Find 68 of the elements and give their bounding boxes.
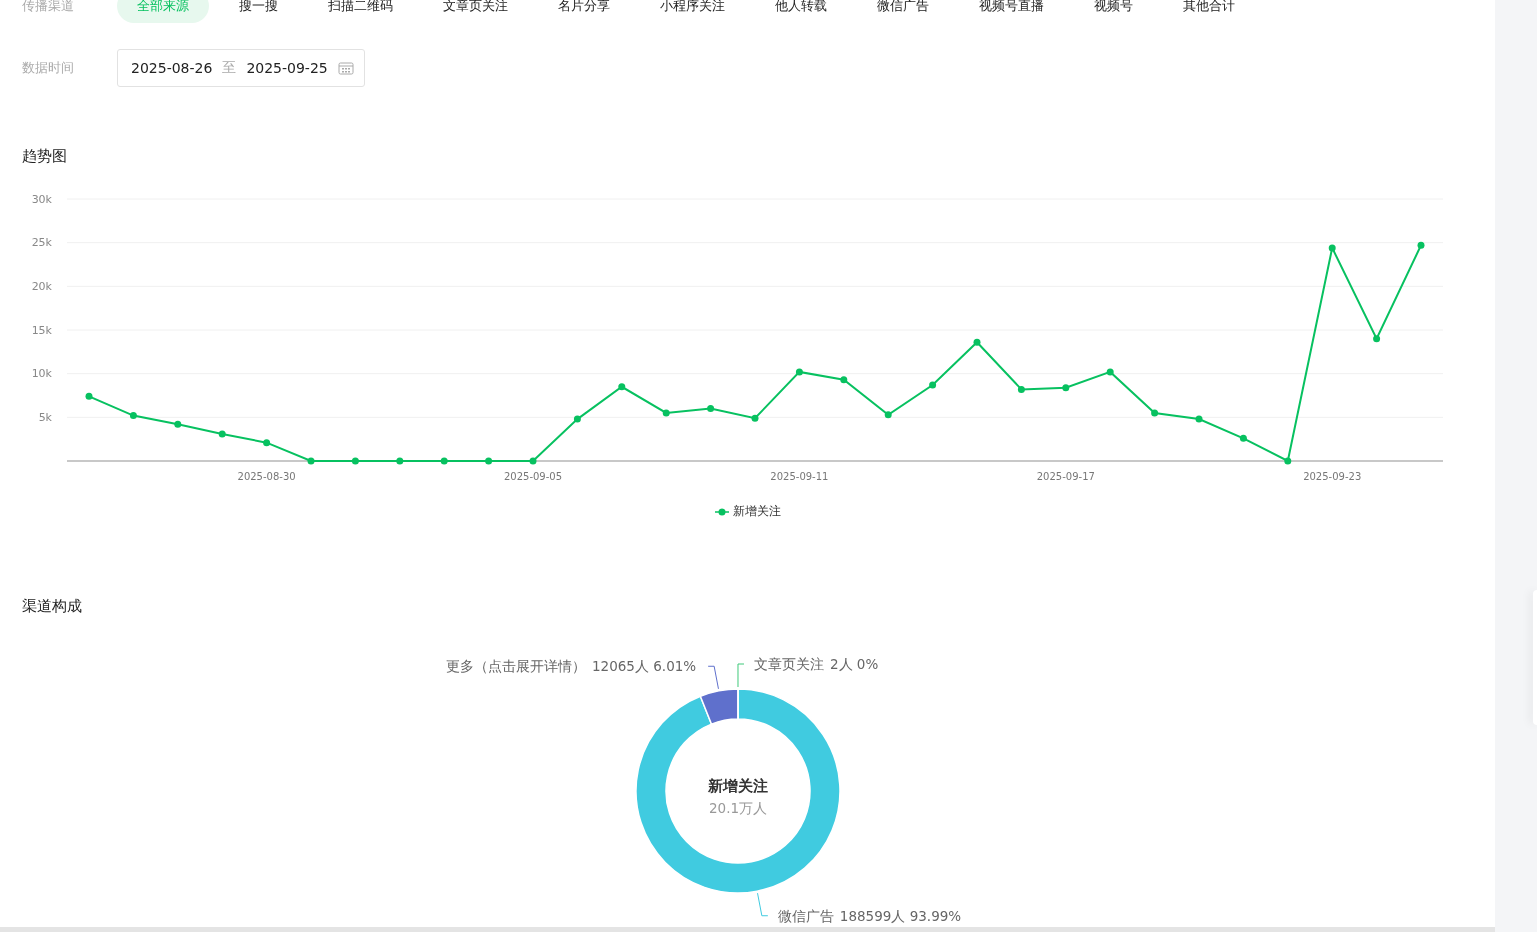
- data-point: [1106, 368, 1114, 376]
- filter-label: 数据时间: [22, 59, 75, 77]
- data-point: [1017, 385, 1025, 393]
- x-axis-label: 2025-08-30: [237, 471, 296, 482]
- data-point: [307, 457, 315, 465]
- channel-tab[interactable]: 视频号直播: [959, 0, 1064, 23]
- donut-center-title: 新增关注: [708, 777, 768, 795]
- data-point: [1239, 434, 1247, 442]
- data-point: [751, 414, 759, 422]
- slice-name: 微信广告: [777, 907, 834, 924]
- start-date: 2025-08-26: [131, 60, 213, 76]
- end-date: 2025-09-25: [246, 60, 328, 76]
- data-point: [174, 420, 182, 428]
- data-point: [929, 381, 937, 389]
- data-point: [396, 457, 404, 465]
- data-point: [1062, 384, 1070, 392]
- channel-tab[interactable]: 他人转载: [755, 0, 847, 23]
- data-point: [840, 376, 848, 384]
- data-point: [218, 430, 226, 438]
- leader-line: [757, 892, 769, 917]
- data-point: [129, 412, 137, 420]
- data-point: [618, 383, 626, 391]
- y-axis-label: 10k: [31, 367, 52, 381]
- data-point: [440, 457, 448, 465]
- y-axis-label: 15k: [31, 323, 52, 337]
- data-point: [1284, 457, 1292, 465]
- legend-line-icon: [714, 507, 729, 516]
- data-point: [662, 409, 670, 417]
- data-point: [573, 415, 581, 423]
- data-point: [529, 457, 537, 465]
- y-axis-label: 5k: [38, 410, 52, 424]
- x-axis-label: 2025-09-05: [503, 471, 563, 482]
- section-title: 趋势图: [22, 147, 67, 166]
- slice-value: 188599人 93.99%: [839, 907, 962, 924]
- data-point: [263, 439, 271, 447]
- x-axis-label: 2025-09-23: [1303, 471, 1362, 482]
- slice-name: 更多（点击展开详情）: [446, 658, 586, 675]
- slice-name: 文章页关注: [754, 656, 824, 672]
- data-point: [795, 368, 803, 376]
- channel-tab[interactable]: 视频号: [1074, 0, 1153, 23]
- y-axis-label: 30k: [31, 192, 52, 206]
- data-point: [1328, 244, 1336, 252]
- data-point: [1373, 335, 1381, 343]
- leader-line: [737, 663, 745, 688]
- date-range-field[interactable]: 2025-08-26 至 2025-09-25: [117, 49, 365, 87]
- x-axis-label: 2025-09-11: [770, 471, 829, 482]
- section-title: 渠道构成: [22, 597, 82, 616]
- slice-value: 2人 0%: [830, 656, 879, 672]
- donut-center-value: 20.1万人: [708, 800, 768, 816]
- data-point: [884, 411, 892, 419]
- data-point: [485, 457, 493, 465]
- slice-value: 12065人 6.01%: [592, 658, 697, 675]
- data-point: [1151, 409, 1159, 417]
- data-point: [351, 457, 359, 465]
- channel-tab[interactable]: 其他合计: [1163, 0, 1255, 23]
- data-point: [973, 338, 981, 346]
- y-axis-label: 25k: [31, 236, 52, 250]
- x-axis-label: 2025-09-17: [1036, 471, 1095, 482]
- legend-label: 新增关注: [732, 503, 781, 520]
- leader-line: [707, 665, 719, 690]
- y-axis-label: 20k: [31, 279, 52, 293]
- data-point: [707, 405, 715, 413]
- range-separator: 至: [222, 59, 237, 77]
- data-point: [1417, 241, 1425, 249]
- data-point: [85, 392, 93, 400]
- calendar-icon: [337, 61, 354, 75]
- channel-tab[interactable]: 搜一搜: [219, 0, 298, 23]
- data-point: [1195, 415, 1203, 423]
